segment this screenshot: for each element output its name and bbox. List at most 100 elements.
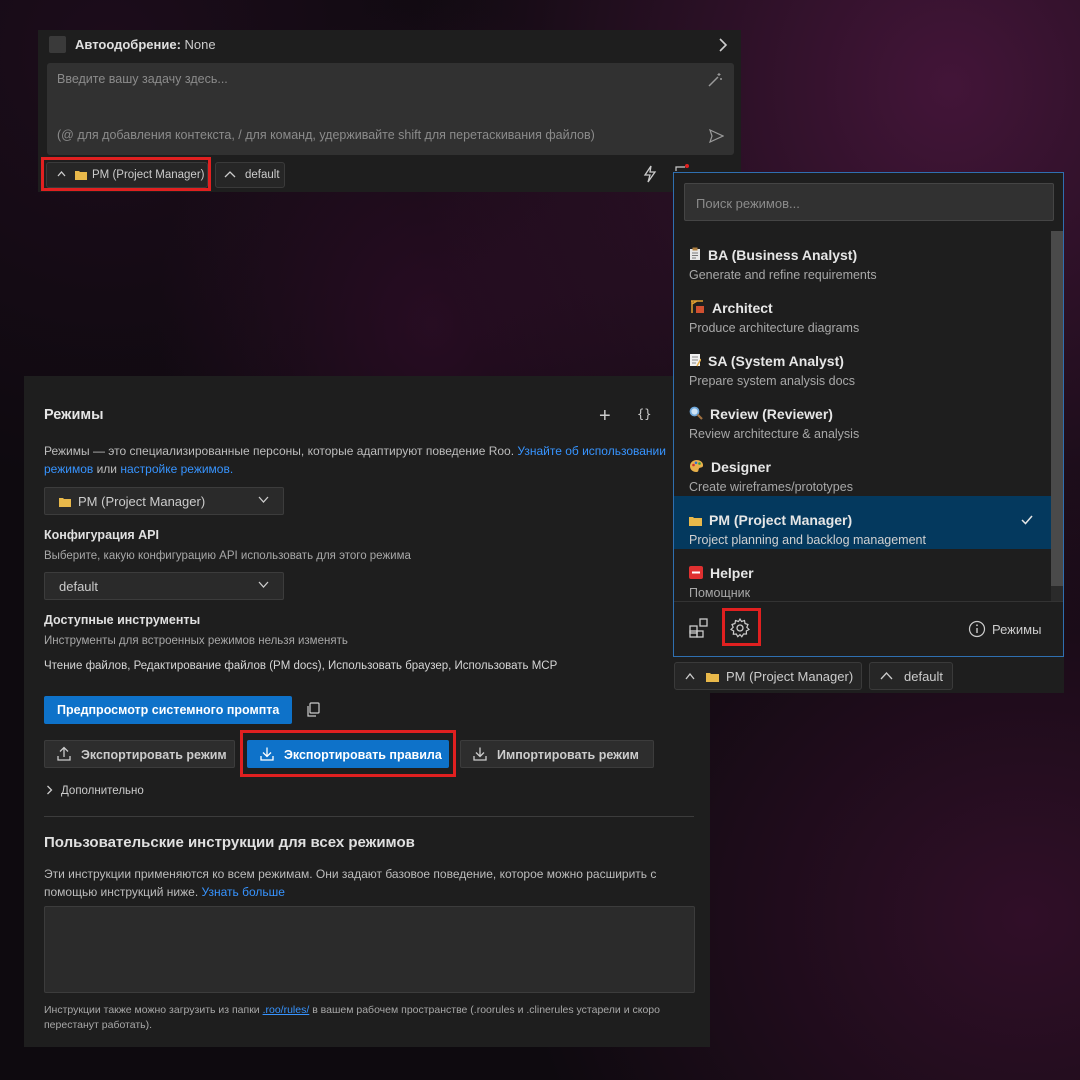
enhance-prompt-icon[interactable] <box>707 72 723 88</box>
chevron-up-icon <box>880 672 893 680</box>
bottom-selector-bar: PM (Project Manager) default <box>673 657 1064 693</box>
task-hint: (@ для добавления контекста, / для коман… <box>57 128 595 142</box>
highlight-box <box>722 608 761 646</box>
config-selector-label: default <box>904 669 944 684</box>
folder-icon <box>689 516 702 526</box>
chevron-up-icon <box>685 673 695 680</box>
copy-icon[interactable] <box>306 702 320 717</box>
send-icon[interactable] <box>709 129 724 143</box>
highlight-box <box>240 730 456 777</box>
api-config-value: default <box>59 579 99 594</box>
preview-system-prompt-button[interactable]: Предпросмотр системного промпта <box>44 696 292 724</box>
modes-description: Режимы — это специализированные персоны,… <box>44 442 684 478</box>
custom-instructions-textarea[interactable] <box>44 906 695 993</box>
notification-icon[interactable] <box>675 164 689 172</box>
folder-icon <box>59 497 71 507</box>
mode-option[interactable]: BA (Business Analyst) Generate and refine… <box>674 231 1051 284</box>
mode-option-name: Architect <box>689 300 773 316</box>
mode-option-name: Review (Reviewer) <box>689 406 833 422</box>
chevron-right-icon[interactable] <box>718 38 728 52</box>
mode-option[interactable]: PM (Project Manager) Project planning and… <box>674 496 1051 549</box>
modes-description-text: Режимы — это специализированные персоны,… <box>44 444 515 458</box>
mode-option-label: Designer <box>711 459 771 475</box>
checkmark-icon <box>1021 515 1033 525</box>
mode-list: BA (Business Analyst) Generate and refine… <box>674 231 1051 601</box>
mode-option-name: BA (Business Analyst) <box>689 247 857 263</box>
mode-option-description: Помощник <box>689 586 751 600</box>
divider <box>674 601 1063 602</box>
tools-list: Чтение файлов, Редактирование файлов (PM… <box>44 660 558 672</box>
mode-option-description: Prepare system analysis docs <box>689 374 856 388</box>
page-title: Режимы <box>44 407 104 423</box>
upload-icon <box>57 746 71 762</box>
tools-desc: Инструменты для встроенных режимов нельз… <box>44 635 348 647</box>
edit-json-icon[interactable]: {} <box>637 407 651 421</box>
chevron-down-icon <box>258 581 269 588</box>
mode-search-input[interactable]: Поиск режимов... <box>684 183 1054 221</box>
preview-system-prompt-label: Предпросмотр системного промпта <box>57 703 280 717</box>
rules-folder-link[interactable]: .roo/rules/ <box>263 1004 310 1016</box>
mode-option[interactable]: Helper Помощник <box>674 549 1051 601</box>
chevron-right-icon <box>46 785 53 795</box>
api-config-desc: Выберите, какую конфигурацию API использ… <box>44 550 411 562</box>
mode-option-label: Review (Reviewer) <box>710 406 833 422</box>
modes-settings-panel: Режимы + {} Режимы — это специализирован… <box>24 376 710 1047</box>
config-selector[interactable]: default <box>215 162 285 188</box>
auto-approve-label[interactable]: Автоодобрение: None <box>75 37 216 52</box>
api-config-select[interactable]: default <box>44 572 284 600</box>
task-placeholder: Введите вашу задачу здесь... <box>57 72 228 86</box>
building-construction-icon <box>689 300 705 314</box>
modes-config-link[interactable]: настройке режимов. <box>120 462 233 476</box>
advanced-label: Дополнительно <box>61 785 144 797</box>
mode-selector-label: PM (Project Manager) <box>726 669 854 684</box>
chevron-up-icon <box>224 171 236 178</box>
rules-footer-note: Инструкции также можно загрузить из папк… <box>44 1003 704 1033</box>
mode-select[interactable]: PM (Project Manager) <box>44 487 284 515</box>
api-config-title: Конфигурация API <box>44 528 159 542</box>
mode-option-description: Review architecture & analysis <box>689 427 860 441</box>
task-input[interactable]: Введите вашу задачу здесь... (@ для доба… <box>47 63 734 155</box>
memo-icon <box>689 353 701 367</box>
modes-help-label: Режимы <box>992 622 1042 637</box>
mode-option-name: SA (System Analyst) <box>689 353 844 369</box>
mode-option-label: Helper <box>710 565 754 581</box>
mode-option-label: SA (System Analyst) <box>708 353 844 369</box>
info-icon <box>968 620 986 638</box>
config-selector-label: default <box>245 169 280 181</box>
export-mode-button[interactable]: Экспортировать режим <box>44 740 235 768</box>
mode-option-name: Designer <box>689 459 771 475</box>
export-mode-label: Экспортировать режим <box>81 748 227 762</box>
mode-selector[interactable]: PM (Project Manager) <box>674 662 862 690</box>
tools-title: Доступные инструменты <box>44 613 201 627</box>
mode-option-label: Architect <box>712 300 773 316</box>
mode-select-value: PM (Project Manager) <box>78 494 206 509</box>
highlight-box <box>41 157 211 191</box>
magnifier-icon <box>689 406 703 420</box>
mode-option[interactable]: Architect Produce architecture diagrams <box>674 284 1051 337</box>
mode-option-label: PM (Project Manager) <box>709 512 853 528</box>
mode-option-name: Helper <box>689 565 754 581</box>
mode-option-description: Generate and refine requirements <box>689 268 877 282</box>
add-mode-icon[interactable]: + <box>599 405 611 428</box>
custom-instructions-text: Эти инструкции применяются ко всем режим… <box>44 867 657 899</box>
lightning-icon[interactable] <box>643 165 657 183</box>
marketplace-icon[interactable] <box>689 618 709 638</box>
import-mode-label: Импортировать режим <box>497 748 639 762</box>
import-mode-button[interactable]: Импортировать режим <box>460 740 654 768</box>
mode-option[interactable]: Designer Create wireframes/prototypes <box>674 443 1051 496</box>
folder-icon <box>706 672 719 682</box>
mode-list-scrollbar-thumb[interactable] <box>1051 231 1063 586</box>
modes-description-or: или <box>96 462 118 476</box>
mode-option[interactable]: SA (System Analyst) Prepare system analys… <box>674 337 1051 390</box>
auto-approve-value: None <box>184 37 216 52</box>
auto-approve-checkbox[interactable] <box>49 36 66 53</box>
chevron-down-icon <box>258 496 269 503</box>
mode-option[interactable]: Review (Reviewer) Review architecture & a… <box>674 390 1051 443</box>
footer-text: Инструкции также можно загрузить из папк… <box>44 1004 260 1016</box>
config-selector[interactable]: default <box>869 662 953 690</box>
advanced-toggle[interactable]: Дополнительно <box>46 785 144 797</box>
modes-popup: Поиск режимов... BA (Business Analyst) Ge… <box>673 172 1064 657</box>
custom-instructions-title: Пользовательские инструкции для всех реж… <box>44 834 415 851</box>
learn-more-link[interactable]: Узнать больше <box>202 885 285 899</box>
divider <box>44 816 694 817</box>
